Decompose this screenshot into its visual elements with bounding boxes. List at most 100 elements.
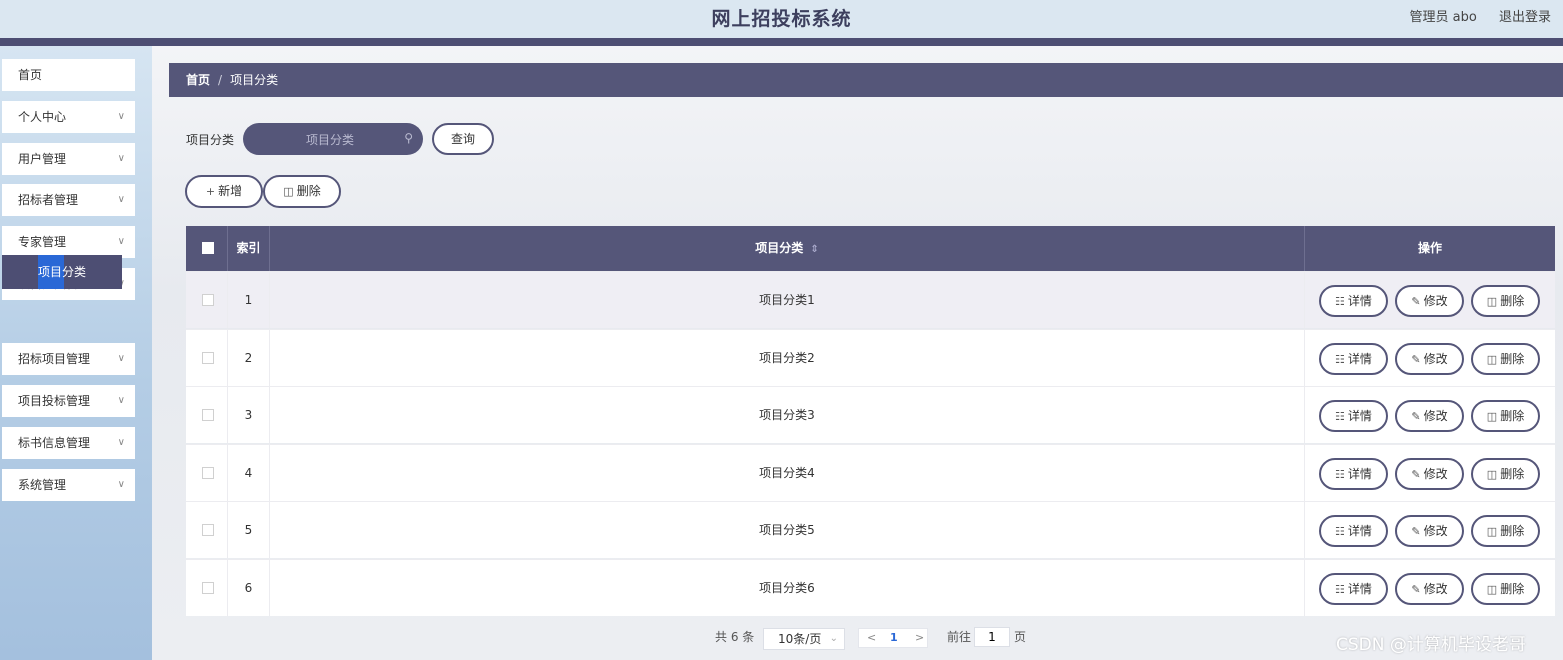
- sidebar-item-bid-document-management[interactable]: 标书信息管理 ∨: [2, 427, 135, 459]
- row-checkbox[interactable]: [202, 466, 214, 479]
- delete-button[interactable]: ◫ 删除: [1471, 457, 1540, 490]
- row-category-name: 项目分类6: [270, 560, 1305, 616]
- page-size-select[interactable]: 10条/页 ⌄: [763, 628, 845, 650]
- sidebar-item-label: 个人中心: [18, 110, 67, 124]
- chevron-down-icon: ⌄: [829, 633, 838, 644]
- row-checkbox[interactable]: [202, 409, 214, 422]
- trash-icon: ◫: [1486, 583, 1498, 596]
- delete-button-label: 删除: [1500, 351, 1525, 366]
- table-row: 1 项目分类1 ☷ 详情 ✎ 修改 ◫ 删除: [186, 271, 1555, 328]
- sidebar-item-label: 项目投标管理: [18, 394, 91, 408]
- detail-button[interactable]: ☷ 详情: [1319, 573, 1388, 605]
- trash-icon: ◫: [1486, 467, 1498, 481]
- table-row: 6 项目分类6 ☷ 详情 ✎ 修改 ◫ 删除: [186, 559, 1555, 616]
- current-page[interactable]: 1: [890, 629, 898, 647]
- batch-delete-button[interactable]: ◫ 删除: [263, 175, 341, 208]
- delete-button[interactable]: ◫ 删除: [1471, 400, 1540, 433]
- logout-link[interactable]: 退出登录: [1499, 10, 1551, 25]
- row-operations: ☷ 详情 ✎ 修改 ◫ 删除: [1305, 330, 1555, 386]
- row-select-cell: [186, 387, 228, 444]
- detail-button[interactable]: ☷ 详情: [1319, 342, 1388, 375]
- edit-button[interactable]: ✎ 修改: [1395, 573, 1464, 605]
- header-divider: [0, 38, 1563, 46]
- edit-button[interactable]: ✎ 修改: [1395, 515, 1464, 548]
- edit-button-label: 修改: [1423, 524, 1448, 539]
- detail-button[interactable]: ☷ 详情: [1319, 515, 1388, 548]
- detail-button-label: 详情: [1347, 409, 1372, 424]
- edit-button[interactable]: ✎ 修改: [1395, 342, 1464, 375]
- sidebar-subitem-label: 项目分类: [37, 265, 86, 279]
- edit-button[interactable]: ✎ 修改: [1395, 285, 1464, 317]
- sidebar-item-label: 招标者管理: [18, 193, 79, 207]
- column-name[interactable]: 项目分类 ⇕: [270, 226, 1305, 271]
- row-index: 6: [228, 560, 270, 616]
- table-row: 2 项目分类2 ☷ 详情 ✎ 修改 ◫ 删除: [186, 328, 1555, 386]
- sidebar-item-system-management[interactable]: 系统管理 ∨: [2, 469, 135, 501]
- current-user: 管理员 abo: [1409, 10, 1477, 25]
- row-checkbox[interactable]: [202, 524, 214, 537]
- detail-button[interactable]: ☷ 详情: [1319, 285, 1388, 317]
- row-operations: ☷ 详情 ✎ 修改 ◫ 删除: [1305, 445, 1555, 501]
- prev-page-icon[interactable]: <: [867, 629, 876, 647]
- sidebar-item-label: 首页: [18, 68, 43, 82]
- select-all-checkbox[interactable]: [202, 242, 214, 254]
- delete-button-label: 删除: [1500, 582, 1525, 596]
- delete-button[interactable]: ◫ 删除: [1471, 573, 1540, 605]
- edit-button[interactable]: ✎ 修改: [1395, 457, 1464, 490]
- chevron-down-icon: ∨: [117, 153, 125, 164]
- sidebar-item-label: 专家管理: [18, 235, 67, 249]
- chevron-down-icon: ∨: [117, 236, 125, 247]
- add-button-label: 新增: [218, 184, 243, 198]
- sidebar-item-label: 招标项目管理: [18, 352, 91, 366]
- sidebar-item-tender-project-management[interactable]: 招标项目管理 ∨: [2, 343, 135, 375]
- sidebar-item-bidder-management[interactable]: 招标者管理 ∨: [2, 184, 135, 216]
- delete-button[interactable]: ◫ 删除: [1471, 515, 1540, 548]
- column-name-label: 项目分类: [755, 241, 804, 255]
- edit-button-label: 修改: [1423, 294, 1448, 308]
- trash-icon: ◫: [1486, 352, 1498, 366]
- row-category-name: 项目分类4: [270, 444, 1305, 501]
- next-page-icon[interactable]: >: [915, 629, 924, 647]
- edit-button-label: 修改: [1423, 466, 1448, 481]
- goto-page-input[interactable]: [974, 627, 1010, 647]
- search-input[interactable]: [263, 129, 397, 151]
- pagination-total: 共 6 条: [715, 630, 755, 644]
- top-header: 网上招投标系统 管理员 abo 退出登录: [0, 0, 1563, 38]
- document-icon: ☷: [1335, 467, 1345, 481]
- row-checkbox[interactable]: [202, 294, 214, 306]
- breadcrumb-current: 项目分类: [230, 73, 279, 87]
- sidebar-item-project-bid-management[interactable]: 项目投标管理 ∨: [2, 385, 135, 417]
- sidebar-subitem-project-category[interactable]: 项目分类: [2, 255, 122, 289]
- chevron-down-icon: ∨: [117, 111, 125, 122]
- row-select-cell: [186, 329, 228, 386]
- row-checkbox[interactable]: [202, 351, 214, 364]
- detail-button[interactable]: ☷ 详情: [1319, 400, 1388, 433]
- row-checkbox[interactable]: [202, 582, 214, 594]
- delete-button[interactable]: ◫ 删除: [1471, 342, 1540, 375]
- sort-icon[interactable]: ⇕: [810, 244, 818, 255]
- table-header: 索引 项目分类 ⇕ 操作: [186, 226, 1555, 271]
- sidebar-item-expert-management[interactable]: 专家管理 ∨: [2, 226, 135, 258]
- add-button[interactable]: + 新增: [185, 175, 263, 208]
- page-navigator: < 1 >: [858, 628, 928, 648]
- pencil-icon: ✎: [1411, 525, 1421, 539]
- trash-icon: ◫: [1486, 410, 1498, 424]
- detail-button-label: 详情: [1347, 294, 1372, 308]
- query-button[interactable]: 查询: [432, 123, 494, 155]
- search-label: 项目分类: [186, 133, 235, 147]
- detail-button-label: 详情: [1347, 524, 1372, 539]
- breadcrumb: 首页 / 项目分类: [169, 63, 1563, 97]
- edit-button[interactable]: ✎ 修改: [1395, 400, 1464, 433]
- breadcrumb-home[interactable]: 首页: [186, 73, 210, 87]
- goto-label: 前往: [947, 630, 972, 644]
- row-select-cell: [186, 444, 228, 501]
- delete-button[interactable]: ◫ 删除: [1471, 285, 1540, 317]
- column-index: 索引: [228, 226, 270, 271]
- search-icon: ⚲: [404, 131, 413, 145]
- document-icon: ☷: [1335, 583, 1345, 596]
- sidebar-item-user-management[interactable]: 用户管理 ∨: [2, 143, 135, 175]
- sidebar-item-home[interactable]: 首页: [2, 59, 135, 91]
- detail-button[interactable]: ☷ 详情: [1319, 457, 1388, 490]
- row-select-cell: [186, 272, 228, 328]
- sidebar-item-personal-center[interactable]: 个人中心 ∨: [2, 101, 135, 133]
